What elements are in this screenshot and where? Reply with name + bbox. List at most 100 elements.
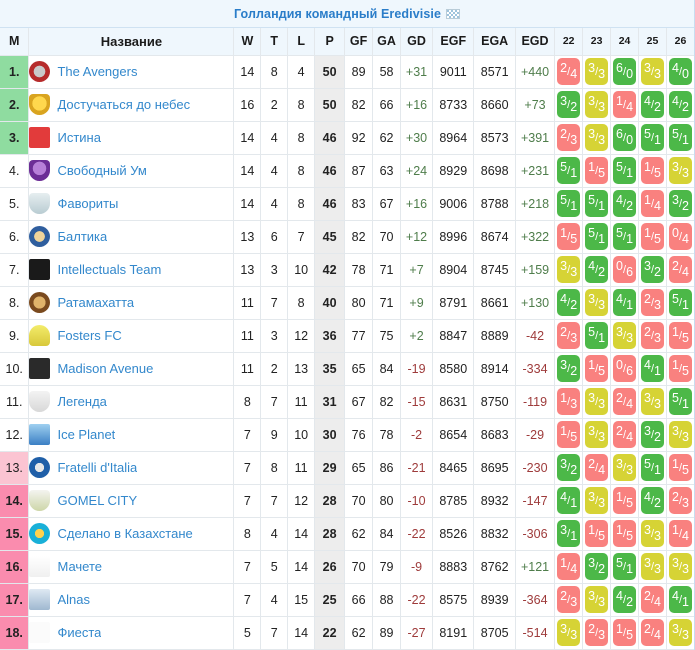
team-name-link[interactable]: Alnas <box>57 592 90 607</box>
match-score-chip[interactable]: 4/0 <box>668 58 692 85</box>
team-name-link[interactable]: Истина <box>57 130 100 145</box>
match-score-chip[interactable]: 3/1 <box>557 520 581 547</box>
match-score-chip[interactable]: 5/1 <box>557 190 581 217</box>
match-score-chip[interactable]: 1/4 <box>613 91 637 118</box>
match-score-chip[interactable]: 2/3 <box>668 487 692 514</box>
match-score-chip[interactable]: 4/2 <box>640 91 664 118</box>
match-score-chip[interactable]: 1/5 <box>613 520 637 547</box>
match-score-chip[interactable]: 2/4 <box>640 586 664 613</box>
th-expected-goals-for[interactable]: EGF <box>432 28 475 56</box>
match-score-chip[interactable]: 5/1 <box>640 454 664 481</box>
team-name-link[interactable]: The Avengers <box>57 64 137 79</box>
match-score-chip[interactable]: 1/5 <box>640 223 664 250</box>
match-score-chip[interactable]: 1/5 <box>557 421 581 448</box>
th-matchweek-26[interactable]: 26 <box>666 28 694 56</box>
th-rank[interactable]: M <box>0 28 30 56</box>
match-score-chip[interactable]: 1/5 <box>640 157 664 184</box>
match-score-chip[interactable]: 2/4 <box>613 421 637 448</box>
match-score-chip[interactable]: 0/6 <box>613 256 637 283</box>
match-score-chip[interactable]: 3/3 <box>585 487 609 514</box>
match-score-chip[interactable]: 4/2 <box>613 586 637 613</box>
th-points[interactable]: P <box>314 28 346 56</box>
match-score-chip[interactable]: 3/3 <box>585 58 609 85</box>
match-score-chip[interactable]: 3/3 <box>668 553 692 580</box>
team-name-link[interactable]: Ice Planet <box>57 427 115 442</box>
match-score-chip[interactable]: 3/3 <box>585 421 609 448</box>
match-score-chip[interactable]: 3/3 <box>640 520 664 547</box>
match-score-chip[interactable]: 3/3 <box>640 553 664 580</box>
match-score-chip[interactable]: 6/0 <box>613 58 637 85</box>
match-score-chip[interactable]: 3/3 <box>585 124 609 151</box>
th-matchweek-25[interactable]: 25 <box>638 28 667 56</box>
match-score-chip[interactable]: 6/0 <box>613 124 637 151</box>
match-score-chip[interactable]: 4/1 <box>640 355 664 382</box>
match-score-chip[interactable]: 3/3 <box>585 586 609 613</box>
match-score-chip[interactable]: 1/4 <box>668 520 692 547</box>
th-goal-diff[interactable]: GD <box>400 28 434 56</box>
match-score-chip[interactable]: 3/3 <box>557 619 581 646</box>
match-score-chip[interactable]: 3/2 <box>585 553 609 580</box>
match-score-chip[interactable]: 5/1 <box>613 223 637 250</box>
match-score-chip[interactable]: 4/2 <box>557 289 581 316</box>
match-score-chip[interactable]: 3/2 <box>668 190 692 217</box>
match-score-chip[interactable]: 3/3 <box>613 322 637 349</box>
match-score-chip[interactable]: 2/3 <box>557 586 581 613</box>
th-matchweek-24[interactable]: 24 <box>610 28 639 56</box>
team-name-link[interactable]: Достучаться до небес <box>57 97 190 112</box>
match-score-chip[interactable]: 4/2 <box>668 91 692 118</box>
match-score-chip[interactable]: 3/2 <box>557 454 581 481</box>
team-name-link[interactable]: Балтика <box>57 229 107 244</box>
match-score-chip[interactable]: 3/3 <box>668 421 692 448</box>
match-score-chip[interactable]: 2/4 <box>668 256 692 283</box>
team-name-link[interactable]: Сделано в Казахстане <box>57 526 192 541</box>
match-score-chip[interactable]: 5/1 <box>640 124 664 151</box>
match-score-chip[interactable]: 3/3 <box>640 388 664 415</box>
th-goals-against[interactable]: GA <box>372 28 401 56</box>
match-score-chip[interactable]: 2/4 <box>557 58 581 85</box>
team-name-link[interactable]: Intellectuals Team <box>57 262 161 277</box>
th-matchweek-22[interactable]: 22 <box>554 28 584 56</box>
match-score-chip[interactable]: 3/3 <box>668 619 692 646</box>
match-score-chip[interactable]: 3/3 <box>585 91 609 118</box>
team-name-link[interactable]: Свободный Ум <box>57 163 146 178</box>
match-score-chip[interactable]: 3/3 <box>613 454 637 481</box>
match-score-chip[interactable]: 1/5 <box>668 355 692 382</box>
match-score-chip[interactable]: 3/3 <box>585 388 609 415</box>
match-score-chip[interactable]: 4/2 <box>613 190 637 217</box>
match-score-chip[interactable]: 1/5 <box>668 454 692 481</box>
match-score-chip[interactable]: 3/3 <box>640 58 664 85</box>
match-score-chip[interactable]: 5/1 <box>585 322 609 349</box>
match-score-chip[interactable]: 0/6 <box>613 355 637 382</box>
team-name-link[interactable]: Ратамахатта <box>57 295 134 310</box>
match-score-chip[interactable]: 4/2 <box>585 256 609 283</box>
th-expected-goals-against[interactable]: EGA <box>473 28 516 56</box>
team-name-link[interactable]: GOMEL CITY <box>57 493 137 508</box>
match-score-chip[interactable]: 5/1 <box>585 190 609 217</box>
team-name-link[interactable]: Фавориты <box>57 196 118 211</box>
match-score-chip[interactable]: 5/1 <box>668 289 692 316</box>
match-score-chip[interactable]: 1/5 <box>585 520 609 547</box>
match-score-chip[interactable]: 3/2 <box>640 256 664 283</box>
match-score-chip[interactable]: 2/3 <box>640 322 664 349</box>
team-name-link[interactable]: Легенда <box>57 394 106 409</box>
match-score-chip[interactable]: 3/2 <box>557 355 581 382</box>
th-ties[interactable]: T <box>260 28 289 56</box>
th-losses[interactable]: L <box>287 28 316 56</box>
match-score-chip[interactable]: 1/5 <box>613 619 637 646</box>
match-score-chip[interactable]: 5/1 <box>613 157 637 184</box>
match-score-chip[interactable]: 1/4 <box>640 190 664 217</box>
match-score-chip[interactable]: 1/5 <box>585 355 609 382</box>
match-score-chip[interactable]: 2/3 <box>640 289 664 316</box>
match-score-chip[interactable]: 4/1 <box>557 487 581 514</box>
match-score-chip[interactable]: 1/4 <box>557 553 581 580</box>
match-score-chip[interactable]: 5/1 <box>585 223 609 250</box>
match-score-chip[interactable]: 2/3 <box>557 322 581 349</box>
th-expected-goal-diff[interactable]: EGD <box>515 28 556 56</box>
th-wins[interactable]: W <box>233 28 262 56</box>
match-score-chip[interactable]: 2/3 <box>585 619 609 646</box>
th-matchweek-23[interactable]: 23 <box>582 28 612 56</box>
match-score-chip[interactable]: 3/3 <box>557 256 581 283</box>
match-score-chip[interactable]: 4/1 <box>668 586 692 613</box>
team-name-link[interactable]: Мачете <box>57 559 102 574</box>
match-score-chip[interactable]: 5/1 <box>668 124 692 151</box>
